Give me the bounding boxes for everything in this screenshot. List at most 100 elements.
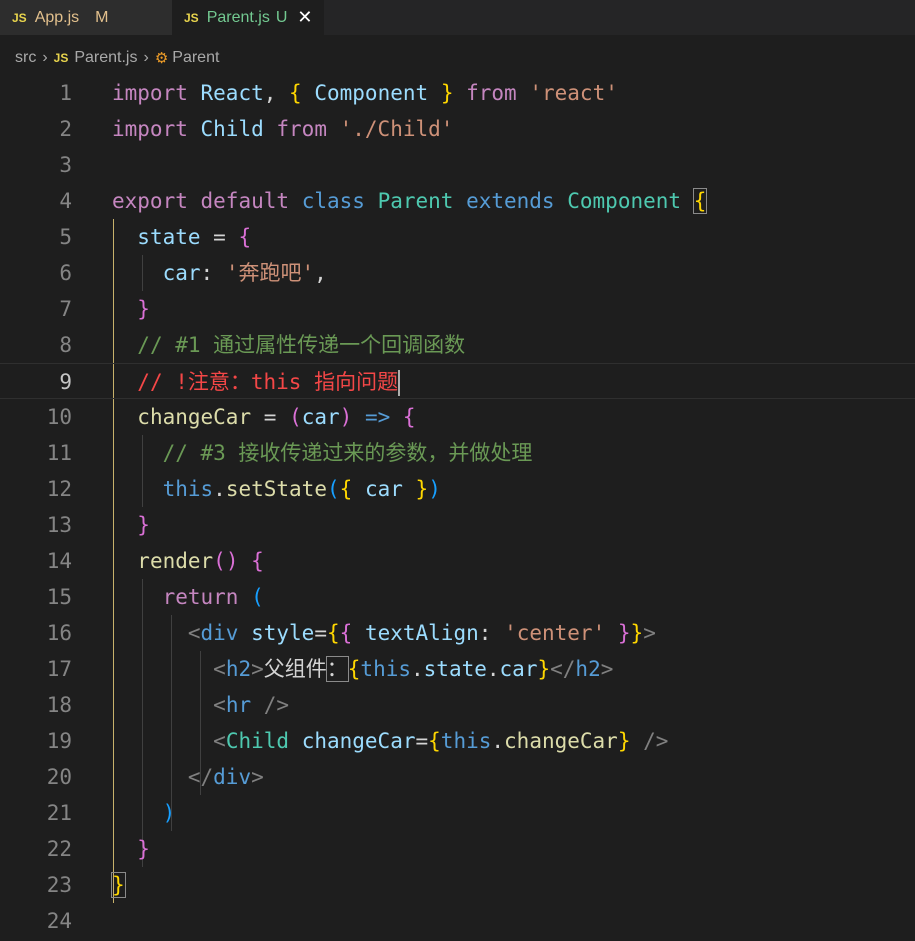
- line-number: 24: [46, 909, 72, 933]
- code-line: 15 return (: [0, 579, 915, 615]
- line-number: 2: [59, 117, 72, 141]
- token: (: [251, 585, 264, 609]
- code-line: 20 </div>: [0, 759, 915, 795]
- token: car: [364, 477, 403, 501]
- token: export: [112, 189, 188, 213]
- token: <: [213, 729, 226, 753]
- code-line: 12 this.setState({ car }): [0, 471, 915, 507]
- token: changeCar: [301, 729, 416, 753]
- token: .: [411, 657, 424, 681]
- line-number: 1: [59, 81, 72, 105]
- token: hr: [225, 693, 252, 717]
- matched-bracket: }: [111, 872, 126, 898]
- js-file-icon: JS: [53, 51, 69, 65]
- js-file-icon: JS: [184, 10, 199, 25]
- token: }: [137, 297, 150, 321]
- token: (: [213, 549, 226, 573]
- token: }: [617, 729, 631, 753]
- token: div: [213, 765, 252, 789]
- line-number: 11: [46, 441, 72, 465]
- token: }: [630, 621, 644, 645]
- token: ): [225, 549, 239, 573]
- token: />: [263, 693, 290, 717]
- tab-app-js[interactable]: JS App.js M: [0, 0, 172, 35]
- token: =>: [364, 405, 391, 429]
- chevron-right-icon: ›: [143, 49, 149, 66]
- token: car: [499, 657, 538, 681]
- code-line: 18 <hr />: [0, 687, 915, 723]
- token: 'center': [504, 621, 606, 645]
- comment: // !注意：this 指向问题: [137, 370, 399, 394]
- code-editor[interactable]: 1 import React, { Component } from 'react…: [0, 75, 915, 941]
- token: 父组件: [263, 657, 327, 681]
- token: import: [112, 81, 188, 105]
- token: Parent: [377, 189, 454, 213]
- token: :: [478, 621, 492, 645]
- line-number: 10: [46, 405, 72, 429]
- line-number: 22: [46, 837, 72, 861]
- line-number: 18: [46, 693, 72, 717]
- token: state: [137, 225, 201, 249]
- token: this: [162, 477, 214, 501]
- token: render: [137, 549, 214, 573]
- current-line: 9 // !注意：this 指向问题: [0, 363, 915, 399]
- token: ): [339, 405, 353, 429]
- breadcrumb-folder[interactable]: src: [15, 49, 36, 67]
- token: class: [301, 189, 365, 213]
- code-line: 7 }: [0, 291, 915, 327]
- token: from: [466, 81, 517, 105]
- line-number: 17: [46, 657, 72, 681]
- token: this: [440, 729, 492, 753]
- git-status-badge: U: [275, 8, 288, 26]
- token: h2: [575, 657, 601, 681]
- close-icon[interactable]: ✕: [297, 7, 312, 28]
- code-line: 19 <Child changeCar={this.changeCar} />: [0, 723, 915, 759]
- tab-parent-js[interactable]: JS Parent.js U ✕: [172, 0, 325, 35]
- line-number: 12: [46, 477, 72, 501]
- code-line: 11 // #3 接收传递过来的参数，并做处理: [0, 435, 915, 471]
- token: setState: [225, 477, 327, 501]
- token: />: [643, 729, 669, 753]
- token: default: [200, 189, 290, 213]
- code-line: 13 }: [0, 507, 915, 543]
- token: {: [347, 657, 361, 681]
- code-line: 5 state = {: [0, 219, 915, 255]
- token: {: [339, 477, 353, 501]
- token: {: [402, 405, 416, 429]
- token: extends: [466, 189, 555, 213]
- line-number: 4: [59, 189, 72, 213]
- token: (: [326, 477, 340, 501]
- code-line: 14 render() {: [0, 543, 915, 579]
- line-number: 6: [59, 261, 72, 285]
- line-number: 21: [46, 801, 72, 825]
- matched-bracket: {: [692, 188, 708, 214]
- token: {: [251, 549, 264, 573]
- token: .: [486, 657, 500, 681]
- token: {: [428, 729, 441, 753]
- code-line: 10 changeCar = (car) => {: [0, 399, 915, 435]
- tab-label: App.js: [34, 8, 80, 26]
- token: from: [276, 117, 327, 141]
- token: div: [200, 621, 239, 645]
- line-number: 15: [46, 585, 72, 609]
- code-line: 3: [0, 147, 915, 183]
- tab-label: Parent.js: [206, 8, 270, 26]
- line-number: 7: [59, 297, 72, 321]
- token: '奔跑吧': [225, 261, 315, 285]
- token: }: [137, 837, 150, 861]
- token: {: [289, 81, 302, 105]
- token: :: [200, 261, 214, 285]
- token: state: [423, 657, 487, 681]
- code-line: 16 <div style={{ textAlign: 'center' }}>: [0, 615, 915, 651]
- token: }: [440, 81, 454, 105]
- code-line: 23}: [0, 867, 915, 903]
- chevron-right-icon: ›: [42, 49, 48, 66]
- token: return: [162, 585, 239, 609]
- line-number: 20: [46, 765, 72, 789]
- code-line: 8 // #1 通过属性传递一个回调函数: [0, 327, 915, 363]
- breadcrumb-symbol[interactable]: Parent: [172, 49, 219, 67]
- token: }: [537, 657, 551, 681]
- token: </: [187, 765, 214, 789]
- token: .: [213, 477, 226, 501]
- breadcrumb-file[interactable]: Parent.js: [74, 49, 137, 67]
